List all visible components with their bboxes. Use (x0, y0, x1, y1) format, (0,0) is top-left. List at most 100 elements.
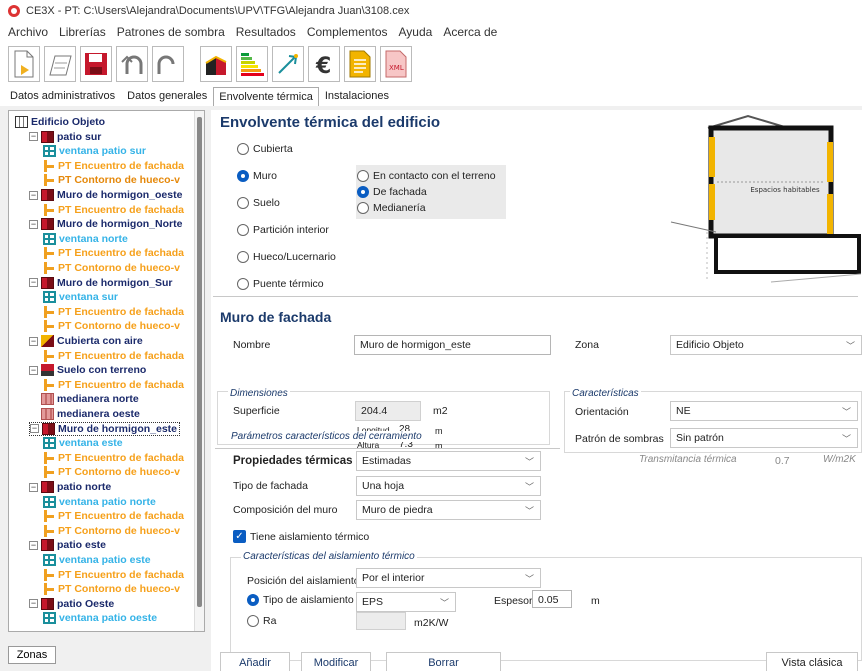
tree-item[interactable]: PT Contorno de hueco-v (43, 524, 180, 538)
energy-rating-button[interactable] (236, 46, 268, 82)
tab-datos-administrativos[interactable]: Datos administrativos (4, 86, 121, 106)
expand-collapse-icon[interactable]: − (29, 278, 38, 288)
radio-indicator (357, 202, 369, 214)
expand-collapse-icon[interactable]: − (30, 424, 39, 434)
expand-collapse-icon[interactable]: − (29, 132, 38, 142)
tab-zonas[interactable]: Zonas (8, 646, 56, 664)
tree-item[interactable]: − Muro de hormigon_Sur (29, 276, 173, 290)
open-file-button[interactable] (44, 46, 76, 82)
composicion-muro-select[interactable]: Muro de piedra ﹀ (356, 500, 541, 520)
tree-item[interactable]: PT Encuentro de fachada (43, 246, 184, 260)
ra-input[interactable] (356, 612, 406, 630)
tree-item[interactable]: Edificio Objeto (15, 115, 105, 129)
economic-analysis-button[interactable]: € (308, 46, 340, 82)
tree-item[interactable]: ventana este (43, 436, 123, 450)
orientacion-select[interactable]: NE ﹀ (670, 401, 858, 421)
tree-item[interactable]: PT Contorno de hueco-v (43, 582, 180, 596)
expand-collapse-icon[interactable]: − (29, 365, 38, 375)
tree-item[interactable]: PT Encuentro de fachada (43, 509, 184, 523)
tree-item[interactable]: PT Encuentro de fachada (43, 451, 184, 465)
tree-item[interactable]: − Suelo con terreno (29, 363, 146, 377)
xml-export-button[interactable]: XML (380, 46, 412, 82)
save-button[interactable] (80, 46, 112, 82)
tab-datos-generales[interactable]: Datos generales (121, 86, 213, 106)
tree-item[interactable]: − Muro de hormigon_este (29, 421, 181, 436)
tree-item[interactable]: PT Contorno de hueco-v (43, 465, 180, 479)
tree-item[interactable]: PT Contorno de hueco-v (43, 173, 180, 187)
tree-item[interactable]: − Muro de hormigon_oeste (29, 188, 182, 202)
radio-tipo-aislamiento[interactable]: Tipo de aislamiento (247, 594, 354, 606)
vista-clasica-button[interactable]: Vista clásica (766, 652, 858, 671)
radio-suelo[interactable]: Suelo (237, 197, 280, 209)
radio-de-fachada[interactable]: De fachada (357, 186, 427, 198)
tree-item[interactable]: − patio Oeste (29, 597, 114, 611)
tree-item[interactable]: PT Encuentro de fachada (43, 305, 184, 319)
propiedades-termicas-select[interactable]: Estimadas ﹀ (356, 451, 541, 471)
report-button[interactable] (344, 46, 376, 82)
tree-item[interactable]: ventana patio este (43, 553, 151, 567)
tree-item[interactable]: medianera norte (29, 392, 139, 406)
expand-collapse-icon[interactable]: − (29, 540, 38, 550)
modificar-button[interactable]: Modificar (301, 652, 371, 671)
posicion-aislamiento-select[interactable]: Por el interior ﹀ (356, 568, 541, 588)
tree-item[interactable]: − Muro de hormigon_Norte (29, 217, 182, 231)
patron-sombras-select[interactable]: Sin patrón ﹀ (670, 428, 858, 448)
expand-collapse-icon[interactable]: − (29, 599, 38, 609)
tree-item[interactable]: − patio este (29, 538, 106, 552)
espesor-input[interactable]: 0.05 (532, 590, 572, 608)
redo-button[interactable] (152, 46, 184, 82)
zona-select[interactable]: Edificio Objeto ﹀ (670, 335, 862, 355)
tree-item[interactable]: ventana norte (43, 232, 128, 246)
tree-scrollbar-thumb[interactable] (197, 117, 202, 607)
radio-en-contacto-terreno[interactable]: En contacto con el terreno (357, 170, 496, 182)
menu-librerias[interactable]: Librerías (59, 25, 106, 39)
tree-item[interactable]: ventana patio oeste (43, 611, 157, 625)
tab-instalaciones[interactable]: Instalaciones (319, 86, 395, 106)
radio-particion-interior[interactable]: Partición interior (237, 224, 329, 236)
tree-item[interactable]: PT Encuentro de fachada (43, 203, 184, 217)
borrar-button[interactable]: Borrar (386, 652, 501, 671)
tree-item[interactable]: − Cubierta con aire (29, 334, 143, 348)
tree-item[interactable]: PT Encuentro de fachada (43, 378, 184, 392)
tab-envolvente-termica[interactable]: Envolvente térmica (213, 87, 319, 106)
tree-item[interactable]: PT Contorno de hueco-v (43, 319, 180, 333)
radio-ra[interactable]: Ra (247, 615, 276, 627)
tree-item[interactable]: − patio sur (29, 130, 101, 144)
radio-cubierta[interactable]: Cubierta (237, 143, 293, 155)
radio-hueco-lucernario[interactable]: Hueco/Lucernario (237, 251, 336, 263)
menu-acerca-de[interactable]: Acerca de (443, 25, 497, 39)
tree-item[interactable]: − patio norte (29, 480, 111, 494)
nombre-input[interactable]: Muro de hormigon_este (354, 335, 551, 355)
menu-resultados[interactable]: Resultados (236, 25, 296, 39)
tree-item[interactable]: PT Encuentro de fachada (43, 568, 184, 582)
menu-ayuda[interactable]: Ayuda (399, 25, 433, 39)
aislamiento-checkbox[interactable]: ✓ (233, 530, 246, 543)
tree-scrollbar[interactable] (194, 111, 204, 631)
new-file-button[interactable] (8, 46, 40, 82)
tree-item[interactable]: PT Encuentro de fachada (43, 349, 184, 363)
expand-collapse-icon[interactable]: − (29, 482, 38, 492)
improvement-measures-button[interactable] (272, 46, 304, 82)
menu-complementos[interactable]: Complementos (307, 25, 388, 39)
tree-item[interactable]: medianera oeste (29, 407, 140, 421)
tree-item[interactable]: ventana patio norte (43, 495, 156, 509)
radio-muro[interactable]: Muro (237, 170, 277, 182)
radio-puente-termico[interactable]: Puente térmico (237, 278, 324, 290)
expand-collapse-icon[interactable]: − (29, 336, 38, 346)
tipo-fachada-select[interactable]: Una hoja ﹀ (356, 476, 541, 496)
menu-patrones-sombra[interactable]: Patrones de sombra (117, 25, 225, 39)
tree-item[interactable]: ventana sur (43, 290, 118, 304)
tree-item[interactable]: ventana patio sur (43, 144, 146, 158)
tree-item[interactable]: PT Encuentro de fachada (43, 159, 184, 173)
undo-button[interactable] (116, 46, 148, 82)
expand-collapse-icon[interactable]: − (29, 219, 38, 229)
anadir-button[interactable]: Añadir (220, 652, 290, 671)
menu-archivo[interactable]: Archivo (8, 25, 48, 39)
tree-item[interactable]: PT Contorno de hueco-v (43, 261, 180, 275)
superficie-input[interactable]: 204.4 (355, 401, 421, 421)
expand-collapse-icon[interactable]: − (29, 190, 38, 200)
tipo-aislamiento-select[interactable]: EPS ﹀ (356, 592, 456, 612)
thermal-bridge-icon (43, 320, 55, 333)
building-view-button[interactable] (200, 46, 232, 82)
radio-medianeria[interactable]: Medianería (357, 202, 426, 214)
